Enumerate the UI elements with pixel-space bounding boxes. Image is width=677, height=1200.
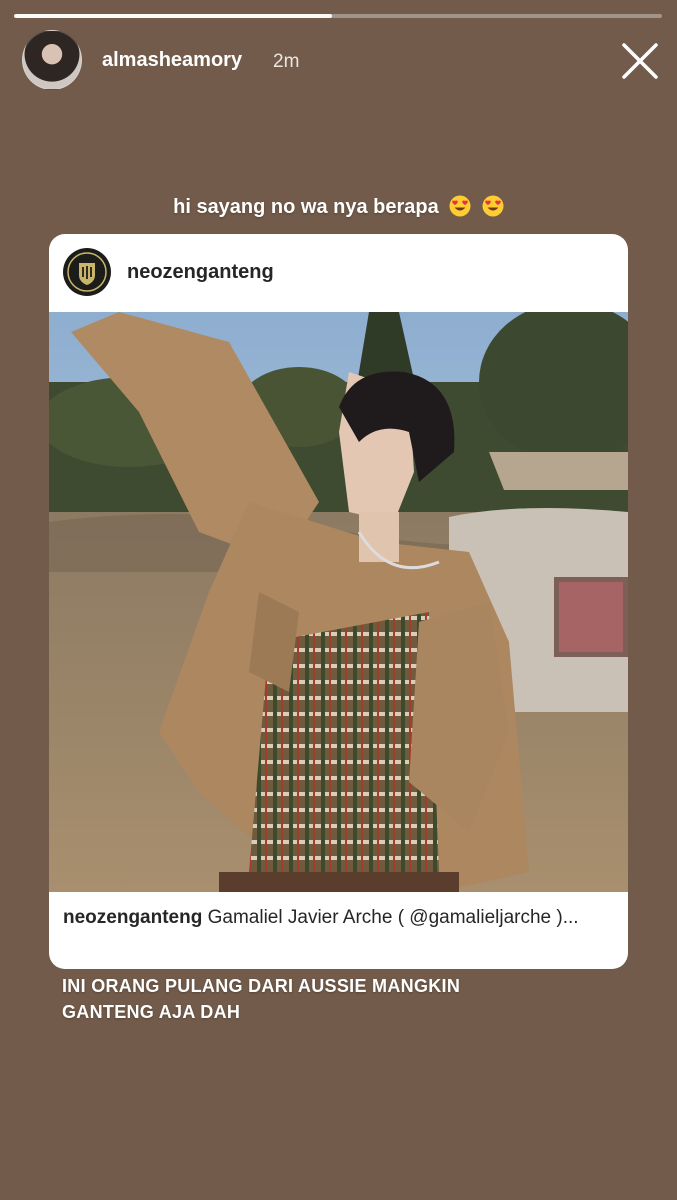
top-caption-text: hi sayang no wa nya berapa [173,196,439,218]
post-avatar[interactable] [62,247,112,297]
post-photo [49,312,628,892]
story-progress-bar [14,14,662,18]
post-header: neozenganteng [49,234,628,312]
story-timestamp: 2m [273,51,300,72]
story-text-sticker-bottom: INI ORANG PULANG DARI AUSSIE MANGKIN GAN… [62,976,461,1022]
post-caption-username: neozenganteng [63,907,203,928]
heart-eyes-emoji-icon [482,195,504,217]
post-caption-text: Gamaliel Javier Arche ( @gamalieljarche … [207,907,579,928]
story-username[interactable]: almasheamory [102,49,242,72]
shared-post-card[interactable]: neozenganteng neozenganteng Gamaliel Jav… [49,234,628,969]
close-icon [622,43,658,79]
heart-eyes-emoji-icon [449,195,471,217]
post-username[interactable]: neozenganteng [127,261,274,284]
story-header: almasheamory 2m [22,30,661,92]
avatar[interactable] [22,30,82,90]
post-caption[interactable]: neozenganteng Gamaliel Javier Arche ( @g… [63,905,613,931]
story-text-sticker-top: hi sayang no wa nya berapa [0,195,677,219]
story-progress-fill [14,14,332,18]
close-button[interactable] [619,40,661,82]
